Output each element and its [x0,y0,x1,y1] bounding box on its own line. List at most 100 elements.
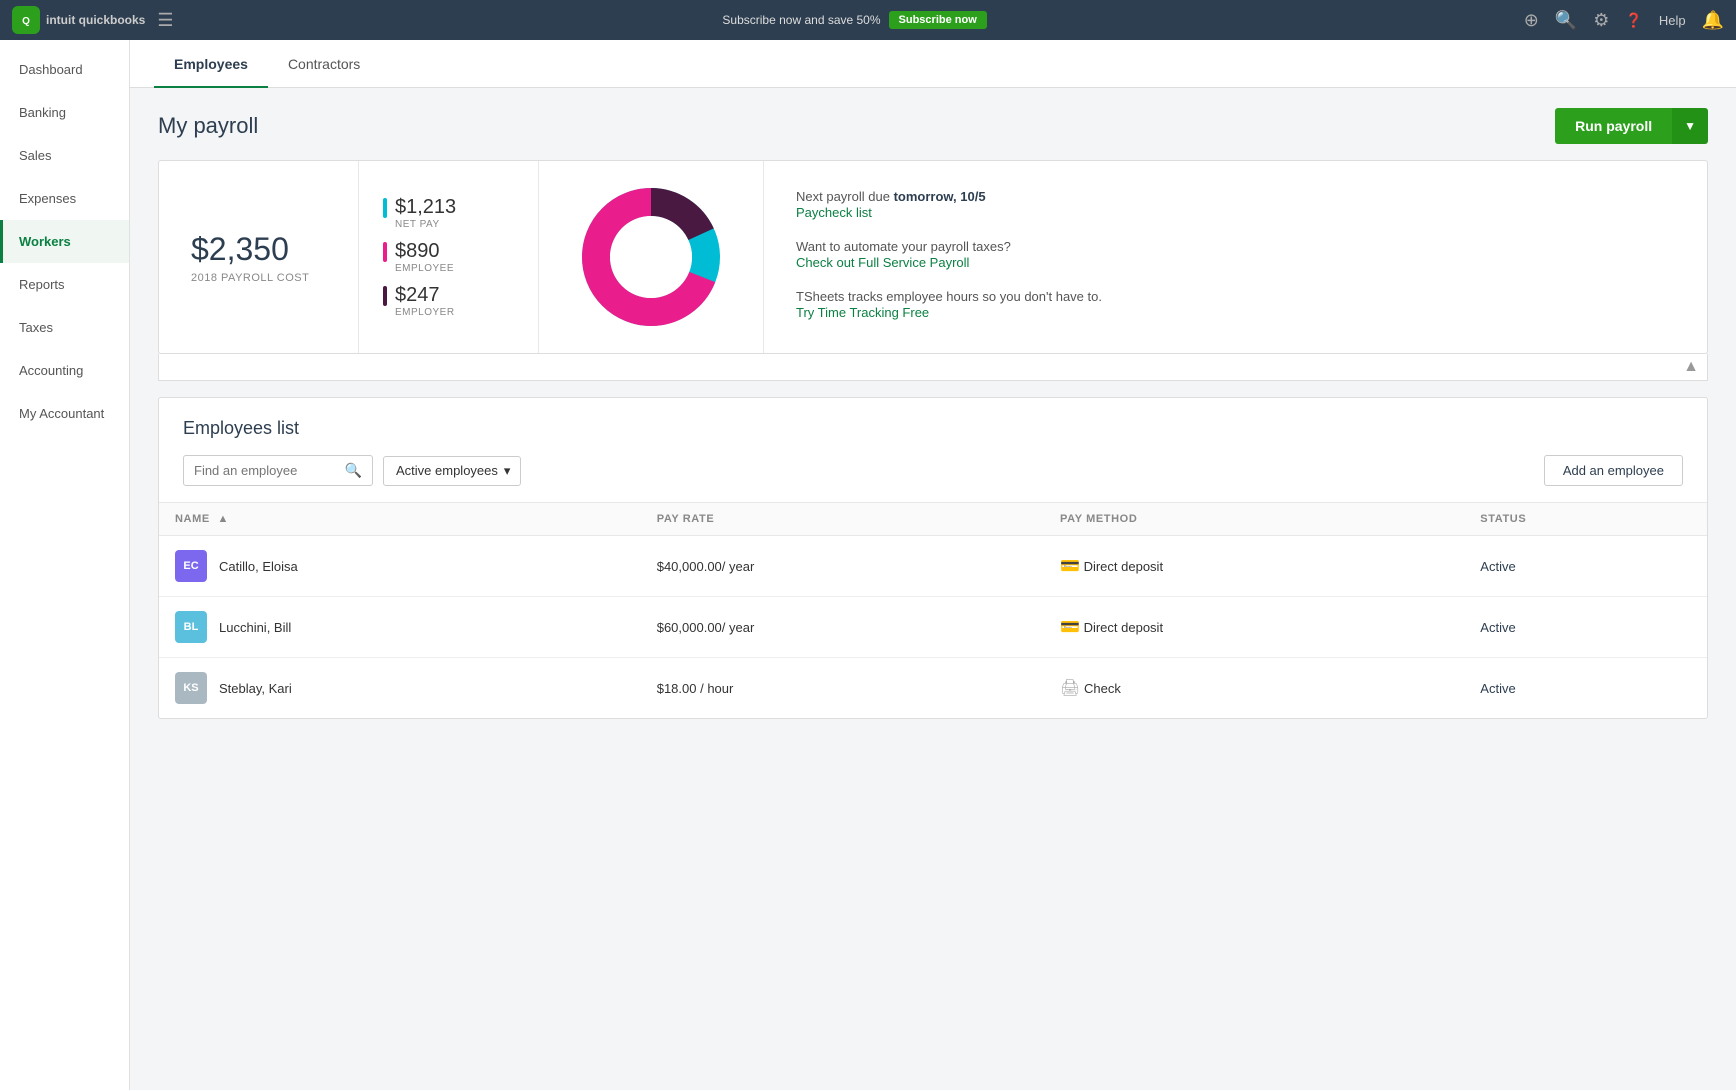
status-badge-2: Active [1480,681,1515,696]
employee-bar [383,242,387,262]
cell-status-0: Active [1464,536,1707,597]
tsheets-text: TSheets tracks employee hours so you don… [796,289,1102,304]
cell-name-2: KS Steblay, Kari [159,658,641,719]
sidebar-item-expenses[interactable]: Expenses [0,177,129,220]
sidebar-item-banking[interactable]: Banking [0,91,129,134]
promo-banner: Subscribe now and save 50% Subscribe now [185,11,1523,29]
sidebar-label-dashboard: Dashboard [19,62,83,77]
cell-pay-rate-2: $18.00 / hour [641,658,1044,719]
employee-label: EMPLOYEE [395,263,514,274]
run-payroll-dropdown[interactable]: ▼ [1672,108,1708,144]
hamburger-icon[interactable]: ☰ [157,10,173,31]
help-label: Help [1659,13,1686,28]
employer-value: $247 [395,284,440,307]
search-wrapper: 🔍 [183,455,373,486]
sidebar: Dashboard Banking Sales Expenses Workers… [0,40,130,1090]
employee-name-0: Catillo, Eloisa [219,559,298,574]
sidebar-label-workers: Workers [19,234,71,249]
cell-status-1: Active [1464,597,1707,658]
net-pay-label: NET PAY [395,219,514,230]
payroll-summary: $2,350 2018 PAYROLL COST $1,213 NET PAY [158,160,1708,354]
employees-section: Employees list 🔍 Active employees ▾ [158,397,1708,719]
employee-value: $890 [395,240,440,263]
time-tracking-link[interactable]: Try Time Tracking Free [796,305,929,320]
net-pay-value: $1,213 [395,196,456,219]
table-row[interactable]: BL Lucchini, Bill $60,000.00/ year 💳 Dir… [159,597,1707,658]
svg-text:Q: Q [22,16,30,27]
breakdown-net-pay: $1,213 NET PAY [383,196,514,230]
pay-method-icon-2: 🖨 [1060,680,1080,697]
logo-icon: Q [12,6,40,34]
payroll-cost-label: 2018 PAYROLL COST [191,272,326,284]
sidebar-label-my-accountant: My Accountant [19,406,104,421]
sidebar-item-taxes[interactable]: Taxes [0,306,129,349]
summary-breakdown: $1,213 NET PAY $890 EMPLOYEE [359,161,539,353]
sidebar-label-banking: Banking [19,105,66,120]
tabs-bar: Employees Contractors [130,40,1736,88]
pay-method-icon-1: 💳 [1060,619,1080,636]
sidebar-item-sales[interactable]: Sales [0,134,129,177]
notifications-icon[interactable]: 🔔 [1702,10,1724,31]
search-input[interactable] [194,463,339,478]
employer-bar [383,286,387,306]
tab-employees[interactable]: Employees [154,40,268,88]
table-row[interactable]: KS Steblay, Kari $18.00 / hour 🖨 Check A… [159,658,1707,719]
collapse-button[interactable]: ▲ [1683,358,1699,376]
main-content: Employees Contractors My payroll Run pay… [130,40,1736,1090]
layout: Dashboard Banking Sales Expenses Workers… [0,40,1736,1090]
employee-name-1: Lucchini, Bill [219,620,291,635]
subscribe-button[interactable]: Subscribe now [889,11,987,29]
payroll-title: My payroll [158,113,258,139]
add-employee-button[interactable]: Add an employee [1544,455,1683,486]
sidebar-item-dashboard[interactable]: Dashboard [0,48,129,91]
cell-name-1: BL Lucchini, Bill [159,597,641,658]
run-payroll-button[interactable]: Run payroll [1555,108,1672,144]
payroll-cost-value: $2,350 [191,231,326,268]
sidebar-label-expenses: Expenses [19,191,76,206]
cell-pay-method-2: 🖨 Check [1044,658,1464,719]
table-row[interactable]: EC Catillo, Eloisa $40,000.00/ year 💳 Di… [159,536,1707,597]
cell-pay-rate-0: $40,000.00/ year [641,536,1044,597]
table-header-row: NAME ▲ PAY RATE PAY METHOD STATUS [159,503,1707,536]
cell-pay-rate-1: $60,000.00/ year [641,597,1044,658]
sidebar-label-accounting: Accounting [19,363,83,378]
status-badge-1: Active [1480,620,1515,635]
sidebar-item-accounting[interactable]: Accounting [0,349,129,392]
avatar-0: EC [175,550,207,582]
automate-text: Want to automate your payroll taxes? [796,239,1011,254]
cell-status-2: Active [1464,658,1707,719]
sidebar-label-reports: Reports [19,277,65,292]
automate-taxes-section: Want to automate your payroll taxes? Che… [796,238,1675,270]
payroll-donut-chart [539,161,764,353]
paycheck-list-link[interactable]: Paycheck list [796,205,872,220]
search-icon[interactable]: 🔍 [1555,10,1577,31]
employees-list-header: Employees list 🔍 Active employees ▾ [159,398,1707,502]
logo-text: intuit quickbooks [46,13,145,27]
run-payroll-btn-group: Run payroll ▼ [1555,108,1708,144]
sidebar-label-taxes: Taxes [19,320,53,335]
help-icon[interactable]: ❓ [1625,12,1642,29]
page-body: My payroll Run payroll ▼ $2,350 2018 PAY… [130,88,1736,739]
full-service-link[interactable]: Check out Full Service Payroll [796,255,969,270]
col-pay-rate: PAY RATE [641,503,1044,536]
search-icon: 🔍 [345,462,362,479]
col-pay-method: PAY METHOD [1044,503,1464,536]
net-pay-bar [383,198,387,218]
sidebar-item-reports[interactable]: Reports [0,263,129,306]
tsheets-section: TSheets tracks employee hours so you don… [796,288,1675,320]
toolbar-left: 🔍 Active employees ▾ [183,455,521,486]
settings-icon[interactable]: ⚙ [1593,10,1609,31]
status-filter-dropdown[interactable]: Active employees ▾ [383,456,521,486]
plus-icon[interactable]: ⊕ [1524,10,1539,31]
pay-method-icon-0: 💳 [1060,558,1080,575]
payroll-due-text: Next payroll due tomorrow, 10/5 [796,189,986,204]
col-name[interactable]: NAME ▲ [159,503,641,536]
breakdown-employer: $247 EMPLOYER [383,284,514,318]
logo[interactable]: Q intuit quickbooks [12,6,145,34]
chevron-down-icon: ▾ [504,463,511,479]
avatar-2: KS [175,672,207,704]
sidebar-item-workers[interactable]: Workers [0,220,129,263]
tab-contractors[interactable]: Contractors [268,40,380,88]
sidebar-item-my-accountant[interactable]: My Accountant [0,392,129,435]
sidebar-label-sales: Sales [19,148,52,163]
